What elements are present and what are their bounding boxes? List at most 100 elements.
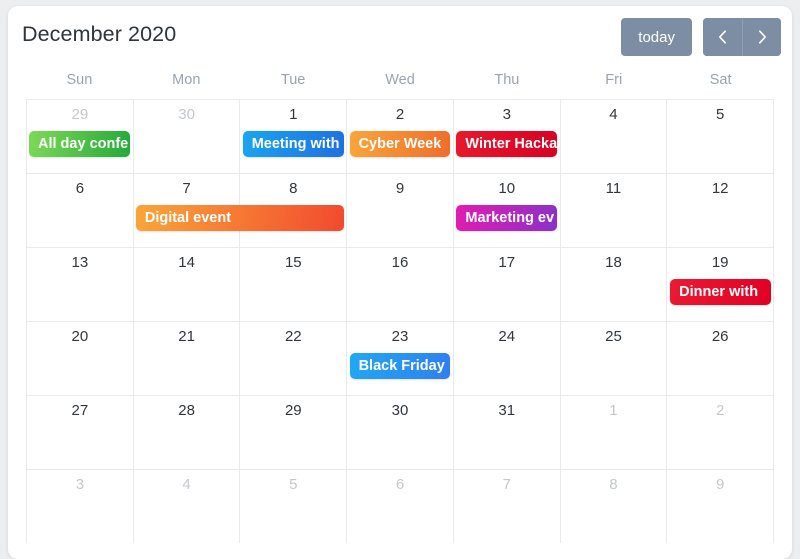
calendar-event[interactable]: Black Friday: [349, 353, 451, 379]
day-cell[interactable]: 4: [134, 470, 241, 543]
day-number: 2: [716, 402, 725, 419]
day-cell[interactable]: 13: [26, 248, 134, 321]
next-month-button[interactable]: [742, 18, 781, 56]
day-cell[interactable]: 30: [134, 100, 241, 173]
day-cell[interactable]: 3: [26, 470, 134, 543]
day-cell[interactable]: 6: [26, 174, 134, 247]
page-title: December 2020: [22, 22, 177, 46]
day-cell[interactable]: 9: [667, 470, 775, 543]
day-number: 4: [182, 476, 191, 493]
calendar-event[interactable]: Meeting with: [242, 131, 344, 157]
day-number: 6: [75, 180, 85, 197]
day-cell[interactable]: 9: [347, 174, 454, 247]
day-number: 9: [395, 180, 405, 197]
calendar-week-row: 6 7 8 9 10 11 12 Digital event Marketing ev: [26, 174, 775, 248]
day-number: 15: [284, 254, 302, 271]
day-number: 3: [75, 476, 85, 493]
day-cell[interactable]: 30: [347, 396, 454, 469]
day-cell[interactable]: 31: [454, 396, 561, 469]
weekday-header-sat: Sat: [709, 72, 732, 88]
day-number: 29: [284, 402, 302, 419]
day-cell[interactable]: 28: [134, 396, 241, 469]
day-number: 1: [609, 402, 618, 419]
calendar-event[interactable]: All day confe: [29, 131, 130, 157]
calendar-event[interactable]: Marketing ev: [456, 205, 558, 231]
day-cell[interactable]: 27: [26, 396, 134, 469]
day-cell[interactable]: 20: [26, 322, 134, 395]
day-number: 3: [502, 106, 511, 123]
day-cell[interactable]: 29: [240, 396, 348, 469]
day-number: 31: [498, 402, 516, 419]
day-number: 1: [289, 106, 298, 123]
calendar-event[interactable]: Dinner with: [670, 279, 771, 305]
day-cell[interactable]: 5: [667, 100, 775, 173]
day-number: 24: [498, 328, 516, 345]
day-cell[interactable]: 22: [240, 322, 348, 395]
day-cell[interactable]: 11: [561, 174, 668, 247]
day-number: 17: [498, 254, 516, 271]
day-number: 16: [391, 254, 409, 271]
weekday-header-row: Sun Mon Tue Wed Thu Fri Sat: [8, 72, 792, 99]
day-cell[interactable]: 25: [561, 322, 668, 395]
day-number: 10: [498, 180, 516, 197]
day-cell[interactable]: 4: [561, 100, 668, 173]
day-cell[interactable]: 15: [240, 248, 348, 321]
calendar-grid: 29 30 1 2 3 4 5 All day confe Meeting with Cyber …: [26, 99, 775, 543]
day-cell[interactable]: 21: [134, 322, 241, 395]
weekday-header-wed: Wed: [385, 72, 415, 88]
weekday-header-mon: Mon: [172, 72, 201, 88]
day-number: 12: [711, 180, 729, 197]
day-number: 25: [605, 328, 622, 345]
day-number: 23: [391, 328, 409, 345]
calendar-week-row: 29 30 1 2 3 4 5 All day confe Meeting with Cyber …: [26, 100, 775, 174]
weekday-header-thu: Thu: [494, 72, 520, 88]
calendar-event[interactable]: Winter Hacka: [456, 131, 558, 157]
day-number: 13: [71, 254, 89, 271]
day-number: 7: [502, 476, 511, 493]
calendar-week-row: 13 14 15 16 17 18 19 Dinner with: [26, 248, 775, 322]
calendar-event[interactable]: Digital event: [135, 205, 344, 231]
day-cell[interactable]: 7: [454, 470, 561, 543]
day-number: 5: [716, 106, 725, 123]
day-number: 22: [284, 328, 302, 345]
weekday-header-sun: Sun: [66, 72, 93, 88]
calendar-toolbar: December 2020 today: [8, 6, 792, 72]
day-cell[interactable]: 17: [454, 248, 561, 321]
day-number: 18: [605, 254, 622, 271]
day-number: 9: [716, 476, 725, 493]
day-cell[interactable]: 14: [134, 248, 241, 321]
day-number: 27: [71, 402, 89, 419]
day-cell[interactable]: 12: [667, 174, 775, 247]
day-cell[interactable]: 18: [561, 248, 668, 321]
day-number: 30: [178, 106, 195, 123]
day-cell[interactable]: 1: [561, 396, 668, 469]
calendar-event[interactable]: Cyber Week: [349, 131, 451, 157]
day-number: 26: [711, 328, 729, 345]
day-number: 6: [395, 476, 405, 493]
day-number: 8: [289, 180, 298, 197]
calendar-week-row: 27 28 29 30 31 1 2: [26, 396, 775, 470]
chevron-left-icon: [718, 30, 727, 44]
weekday-header-tue: Tue: [280, 72, 306, 88]
day-number: 4: [609, 106, 618, 123]
day-cell[interactable]: 8: [561, 470, 668, 543]
day-cell[interactable]: 26: [667, 322, 775, 395]
day-number: 30: [391, 402, 409, 419]
nav-button-group: [703, 18, 781, 56]
day-number: 21: [178, 328, 195, 345]
day-cell[interactable]: 2: [667, 396, 775, 469]
day-number: 11: [605, 180, 622, 197]
calendar-week-row: 20 21 22 23 24 25 26 Black Friday: [26, 322, 775, 396]
day-number: 5: [289, 476, 298, 493]
day-cell[interactable]: 16: [347, 248, 454, 321]
day-cell[interactable]: 6: [347, 470, 454, 543]
day-number: 19: [711, 254, 729, 271]
day-number: 2: [395, 106, 405, 123]
today-button[interactable]: today: [621, 18, 692, 56]
day-cell[interactable]: 5: [240, 470, 348, 543]
day-number: 7: [182, 180, 191, 197]
day-cell[interactable]: 24: [454, 322, 561, 395]
toolbar-actions: today: [621, 18, 781, 56]
day-number: 20: [71, 328, 89, 345]
prev-month-button[interactable]: [703, 18, 742, 56]
